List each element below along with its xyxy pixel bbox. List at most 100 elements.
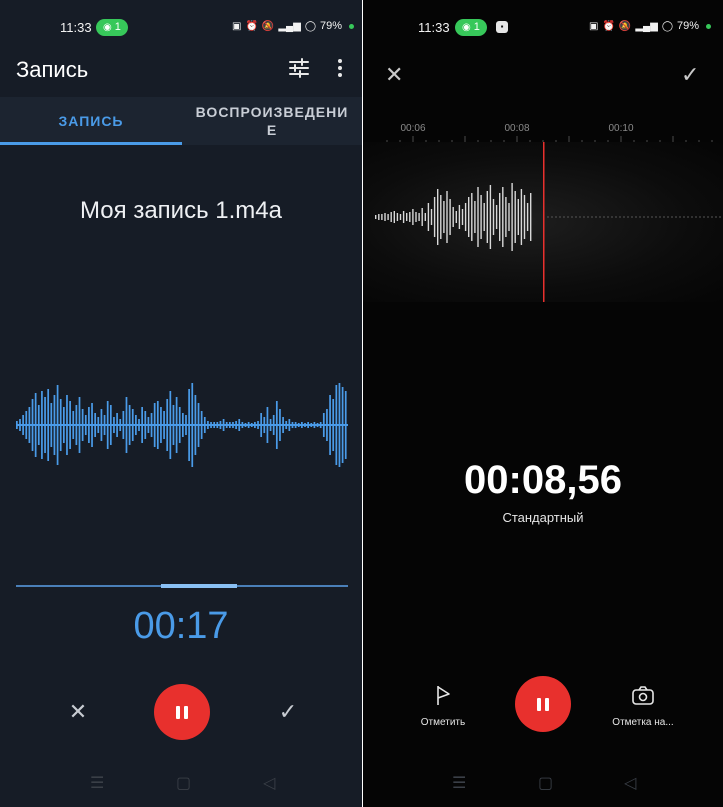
waveform-bar xyxy=(185,415,187,435)
waveform-bar xyxy=(338,383,341,467)
waveform-bar xyxy=(238,419,241,431)
close-icon[interactable]: ✕ xyxy=(385,62,403,88)
waveform-bar xyxy=(150,413,153,437)
wifi-icon: ◉ xyxy=(103,22,112,33)
menu-icon[interactable]: ☰ xyxy=(452,776,466,792)
home-icon[interactable]: ▢ xyxy=(176,776,191,792)
sliders-icon[interactable] xyxy=(288,58,310,83)
progress-thumb[interactable] xyxy=(160,584,237,588)
tab-playback-label: ВОСПРОИЗВЕДЕНИЕ xyxy=(195,104,349,138)
page-title: Запись xyxy=(16,57,89,82)
waveform-bar xyxy=(384,213,386,221)
waveform-bar xyxy=(341,387,344,463)
menu-icon[interactable]: ☰ xyxy=(90,776,104,792)
tab-playback[interactable]: ВОСПРОИЗВЕДЕНИЕ xyxy=(182,97,362,145)
waveform-placeholder-dot xyxy=(703,216,705,218)
tab-indicator xyxy=(0,142,182,145)
waveform-placeholder-dot xyxy=(647,216,649,218)
check-icon[interactable]: ✓ xyxy=(276,701,300,723)
waveform-bar xyxy=(375,215,377,219)
waveform-bar xyxy=(147,417,150,433)
waveform-placeholder-dot xyxy=(643,216,645,218)
waveform-bar xyxy=(304,423,306,427)
pause-button[interactable] xyxy=(154,684,210,740)
recording-timer: 00:08,56 xyxy=(464,458,622,502)
waveform-bar xyxy=(203,417,206,433)
waveform-placeholder-dot xyxy=(575,216,577,218)
left-screen: 11:33 ◉ 1 ▣ ⏰ 🔕 ▂▄▆ ◯ 79% Запись ЗАПИСЬ xyxy=(0,0,362,807)
photo-mark-button[interactable]: Отметка на... xyxy=(603,684,683,728)
waveform-bar xyxy=(172,405,175,445)
waveform-bar xyxy=(66,395,68,455)
waveform-placeholder-dot xyxy=(651,216,653,218)
waveform-bar xyxy=(288,419,291,431)
waveform-bar xyxy=(62,407,65,443)
waveform-placeholder-dot xyxy=(607,216,609,218)
waveform-placeholder-dot xyxy=(551,216,553,218)
battery-level: 79% xyxy=(677,20,700,32)
waveform-placeholder-dot xyxy=(711,216,713,218)
waveform-bar xyxy=(474,201,476,233)
back-icon[interactable]: ◁ xyxy=(263,776,275,792)
signal-icon: ▂▄▆ xyxy=(278,20,301,32)
tab-record[interactable]: ЗАПИСЬ xyxy=(0,97,182,145)
waveform-placeholder-dot xyxy=(547,216,549,218)
tab-bar: ЗАПИСЬ ВОСПРОИЗВЕДЕНИЕ xyxy=(0,97,362,145)
waveform-bar xyxy=(47,389,50,461)
waveform-placeholder-dot xyxy=(659,216,661,218)
waveform-bar xyxy=(471,193,473,241)
mark-button[interactable]: Отметить xyxy=(413,684,473,728)
waveform-bar xyxy=(219,421,222,429)
more-vertical-icon[interactable] xyxy=(336,58,344,83)
waveform-placeholder-dot xyxy=(603,216,605,218)
waveform-bar xyxy=(225,422,228,428)
waveform-bar xyxy=(301,422,303,428)
waveform-bar xyxy=(452,207,454,227)
waveform-bar xyxy=(44,397,46,453)
live-waveform xyxy=(375,142,721,302)
waveform-bar xyxy=(433,197,436,237)
waveform-bar xyxy=(56,385,59,465)
waveform-bar xyxy=(109,405,112,445)
waveform-bar xyxy=(131,409,134,441)
waveform-bar xyxy=(235,421,237,429)
waveform-bar xyxy=(480,195,482,239)
waveform-bar xyxy=(269,419,272,431)
waveform-bar xyxy=(69,401,71,449)
waveform-bar xyxy=(499,193,501,241)
waveform-placeholder-dot xyxy=(691,216,693,218)
pause-button[interactable] xyxy=(515,676,571,732)
system-nav-bar: ☰ ▢ ◁ xyxy=(363,770,723,800)
waveform-bar xyxy=(22,415,24,435)
check-icon[interactable]: ✓ xyxy=(681,62,699,88)
waveform-placeholder-dot xyxy=(595,216,597,218)
waveform-bar xyxy=(116,413,118,437)
waveform-placeholder-dot xyxy=(563,216,565,218)
waveform-placeholder-dot xyxy=(615,216,617,218)
waveform-bar xyxy=(200,411,203,439)
waveform-bar xyxy=(446,191,448,243)
recording-mode: Стандартный xyxy=(502,510,584,525)
waveform-bar xyxy=(279,409,281,441)
waveform-placeholder-dot xyxy=(635,216,637,218)
status-icons: ▣ ⏰ 🔕 ▂▄▆ ◯ 79% xyxy=(232,20,355,32)
waveform-placeholder-dot xyxy=(679,216,681,218)
waveform-bar xyxy=(175,397,178,453)
pause-icon xyxy=(176,705,188,719)
back-icon[interactable]: ◁ xyxy=(624,776,636,792)
close-icon[interactable]: ✕ xyxy=(66,701,90,723)
waveform-bar xyxy=(156,401,159,449)
waveform-bar xyxy=(53,395,56,455)
waveform-placeholder-dot xyxy=(639,216,641,218)
waveform-bar xyxy=(103,415,106,435)
waveform-bar xyxy=(511,183,513,251)
waveform-bar xyxy=(88,407,90,443)
waveform-bar xyxy=(37,405,40,445)
waveform-bar xyxy=(78,397,81,453)
home-icon[interactable]: ▢ xyxy=(538,776,553,792)
waveform-bar xyxy=(241,422,244,428)
nfc-icon: ▣ xyxy=(589,20,599,32)
waveform-bar xyxy=(381,214,383,220)
waveform-bar xyxy=(282,417,284,433)
waveform-placeholder-dot xyxy=(571,216,573,218)
